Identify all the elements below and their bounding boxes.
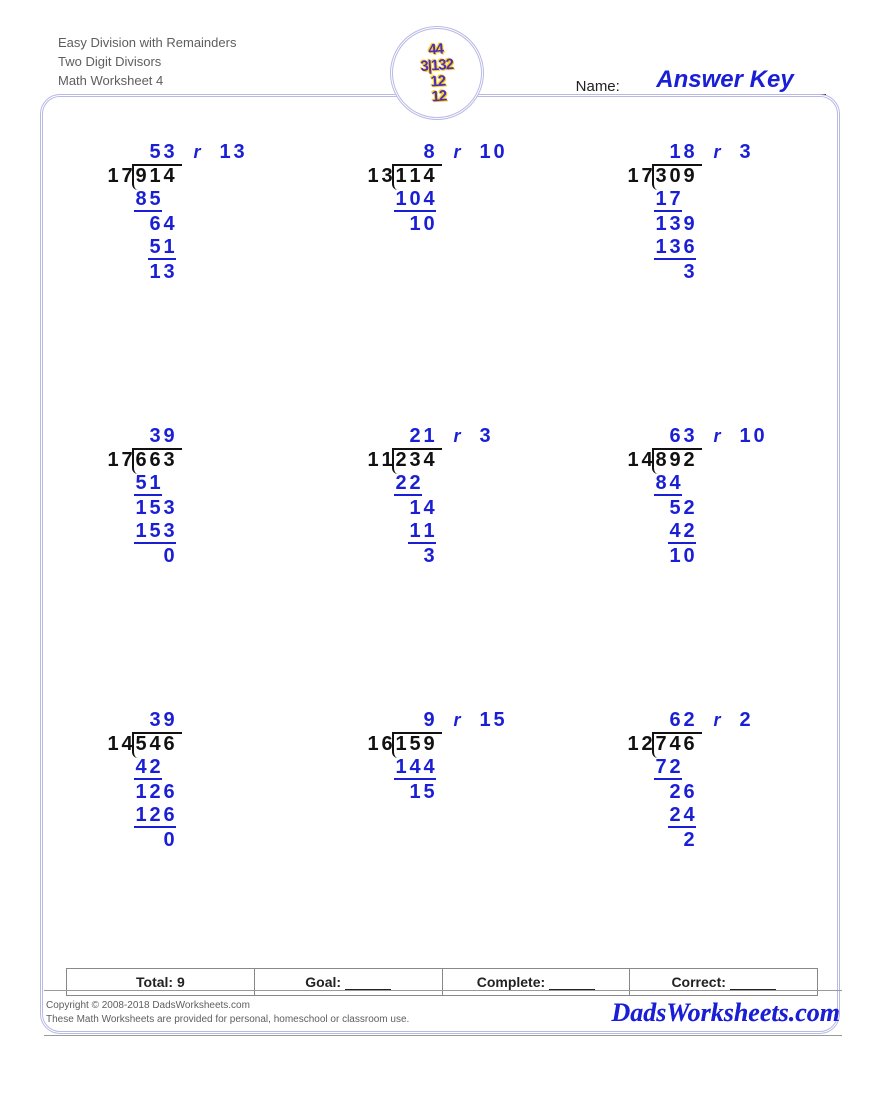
division-problem: 39 14546 421261260 xyxy=(50,702,310,964)
name-block: Name: Answer Key xyxy=(576,66,826,95)
logo-badge: 443|1321212 xyxy=(390,26,484,120)
title-line-2: Two Digit Divisors xyxy=(58,53,236,72)
name-value: Answer Key xyxy=(624,66,826,95)
title-block: Easy Division with Remainders Two Digit … xyxy=(58,34,236,91)
division-problem: 21r3 11234 2214113 xyxy=(310,418,570,680)
logo-icon: 443|1321212 xyxy=(419,40,456,105)
division-problem: 39 17663 511531530 xyxy=(50,418,310,680)
division-problem: 8r10 13114 10410 xyxy=(310,134,570,396)
site-logo: DadsWorksheets.com xyxy=(612,995,840,1031)
division-problem: 62r2 12746 7226242 xyxy=(570,702,830,964)
problems-grid: 53r13 17914 856451138r10 13114 1041018r3… xyxy=(50,134,830,964)
title-line-1: Easy Division with Remainders xyxy=(58,34,236,53)
copyright-bar: Copyright © 2008-2018 DadsWorksheets.com… xyxy=(44,990,842,1036)
division-problem: 18r3 17309 171391363 xyxy=(570,134,830,396)
copyright-text: Copyright © 2008-2018 DadsWorksheets.com… xyxy=(46,999,409,1027)
division-problem: 53r13 17914 85645113 xyxy=(50,134,310,396)
name-label: Name: xyxy=(576,78,620,95)
division-problem: 9r15 16159 14415 xyxy=(310,702,570,964)
division-problem: 63r10 14892 84524210 xyxy=(570,418,830,680)
title-line-3: Math Worksheet 4 xyxy=(58,72,236,91)
worksheet-page: Easy Division with Remainders Two Digit … xyxy=(36,22,844,1078)
